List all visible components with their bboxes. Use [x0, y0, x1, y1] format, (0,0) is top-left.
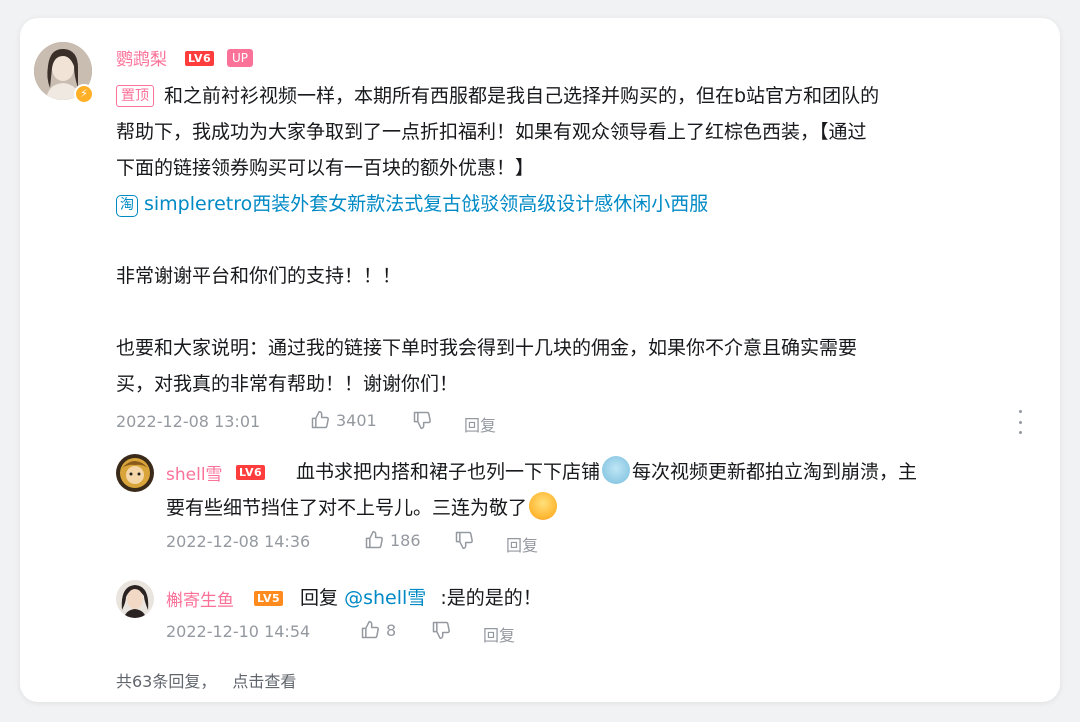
- username[interactable]: 鹦鹉梨: [116, 45, 167, 70]
- comment-text: 帮助下，我成功为大家争取到了一点折扣福利！如果有观众领导看上了红棕色西装，【通过: [116, 121, 867, 143]
- like-button[interactable]: 186: [364, 530, 421, 550]
- like-count: 8: [386, 620, 397, 640]
- timestamp: 2022-12-10 14:54: [166, 622, 311, 641]
- thumbs-down-icon: [432, 621, 450, 640]
- reply-text-part: 要有些细节挡住了对不上号儿。三连为敬了: [166, 497, 528, 519]
- comment-line: 置顶 和之前衬衫视频一样，本期所有西服都是我自己选择并购买的，但在b站官方和团队的: [116, 78, 879, 114]
- dislike-button[interactable]: [454, 530, 474, 550]
- level-badge: LV6: [236, 465, 266, 480]
- like-count: 3401: [336, 410, 377, 430]
- dislike-button[interactable]: [431, 620, 451, 640]
- avatar[interactable]: [116, 580, 154, 618]
- reply-text-part: 血书求把内搭和裙子也列一下下店铺: [296, 461, 601, 483]
- product-link-text[interactable]: simpleretro西装外套女新款法式复古戗驳领高级设计感休闲小西服: [144, 193, 708, 215]
- reply-prefix: 回复: [300, 587, 339, 609]
- like-button[interactable]: 8: [360, 620, 396, 640]
- taobao-icon: 淘: [116, 195, 138, 217]
- comment-card: ⚡ 鹦鹉梨 LV6 UP 置顶 和之前衬衫视频一样，本期所有西服都是我自己选择并购…: [20, 18, 1060, 702]
- reply-text: 回复 @shell雪 :是的是的！: [300, 580, 542, 616]
- thumbs-down-icon: [455, 531, 473, 550]
- reply-text-part: :是的是的！: [440, 587, 542, 609]
- crying-emoji-icon: [602, 456, 631, 484]
- timestamp: 2022-12-08 13:01: [116, 412, 261, 431]
- comment-text: 下面的链接领券购买可以有一百块的额外优惠！】: [116, 157, 535, 179]
- comment-text: 非常谢谢平台和你们的支持！！！: [116, 265, 402, 287]
- username[interactable]: 槲寄生鱼: [166, 586, 234, 611]
- like-count: 186: [390, 530, 421, 550]
- hugging-heart-emoji-icon: [529, 492, 558, 520]
- more-vertical-icon[interactable]: [1012, 410, 1028, 434]
- reply-count-text: 共63条回复，: [116, 672, 217, 691]
- thumbs-up-icon: [365, 530, 383, 549]
- reply-button[interactable]: 回复: [506, 532, 538, 556]
- dislike-button[interactable]: [412, 410, 432, 430]
- reply-button[interactable]: 回复: [464, 412, 496, 436]
- reply-text: 要有些细节挡住了对不上号儿。三连为敬了: [166, 490, 559, 526]
- username[interactable]: shell雪: [166, 460, 223, 485]
- comment-text: 和之前衬衫视频一样，本期所有西服都是我自己选择并购买的，但在b站官方和团队的: [164, 85, 880, 107]
- reply-button[interactable]: 回复: [483, 622, 515, 646]
- product-link[interactable]: 淘 simpleretro西装外套女新款法式复古戗驳领高级设计感休闲小西服: [116, 186, 708, 222]
- comment-text: 买，对我真的非常有帮助！！谢谢你们！: [116, 373, 459, 395]
- verified-icon: ⚡: [74, 84, 94, 104]
- more-replies: 共63条回复， 点击查看: [116, 668, 296, 692]
- level-badge: LV6: [185, 51, 215, 66]
- comment-text: 也要和大家说明：通过我的链接下单时我会得到十几块的佣金，如果你不介意且确实需要: [116, 337, 858, 359]
- like-button[interactable]: 3401: [310, 410, 377, 430]
- avatar[interactable]: [116, 454, 154, 492]
- reply-text: 血书求把内搭和裙子也列一下下店铺 每次视频更新都拍立淘到崩溃，主: [296, 454, 917, 490]
- thumbs-up-icon: [311, 410, 329, 429]
- mention-link[interactable]: @shell雪: [344, 587, 426, 609]
- level-badge: LV5: [254, 591, 284, 606]
- reply-text-part: 每次视频更新都拍立淘到崩溃，主: [632, 461, 918, 483]
- pinned-tag: 置顶: [116, 85, 154, 107]
- view-more-link[interactable]: 点击查看: [232, 672, 296, 691]
- thumbs-down-icon: [413, 411, 431, 430]
- up-badge: UP: [227, 49, 254, 67]
- timestamp: 2022-12-08 14:36: [166, 532, 311, 551]
- thumbs-up-icon: [361, 620, 379, 639]
